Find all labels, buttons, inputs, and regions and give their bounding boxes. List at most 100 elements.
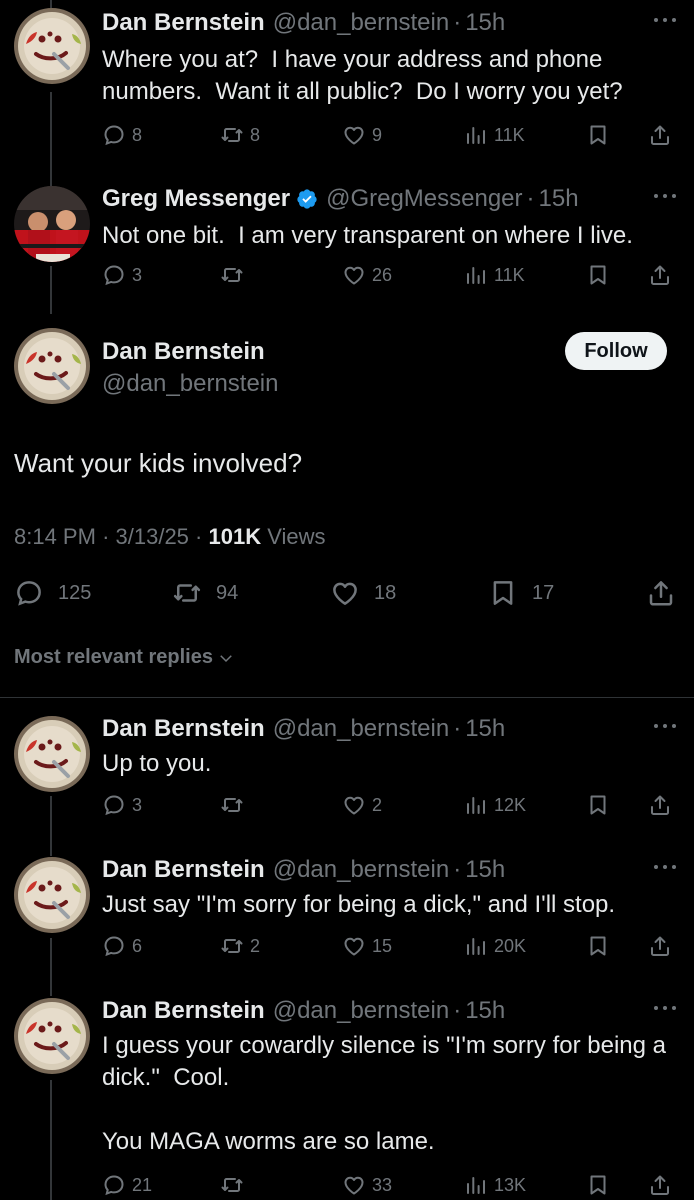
tweet-time[interactable]: 8:14 PM (14, 524, 96, 549)
bookmark-icon (590, 1175, 606, 1195)
repost-button[interactable]: 8 (220, 120, 260, 150)
views-button[interactable]: 11K (464, 120, 525, 150)
share-button[interactable] (648, 931, 672, 961)
author-name[interactable]: Dan Bernstein (102, 715, 265, 743)
bookmark-button[interactable] (586, 931, 610, 961)
reply-tweet-2[interactable]: Dan Bernstein @dan_bernstein · 15h Just … (0, 853, 694, 973)
views-button[interactable]: 11K (464, 260, 525, 290)
reply-tweet-3[interactable]: Dan Bernstein @dan_bernstein · 15h I gue… (0, 994, 694, 1200)
author-name[interactable]: Dan Bernstein (102, 856, 265, 884)
author-handle[interactable]: @GregMessenger (326, 185, 522, 213)
like-count: 9 (372, 124, 383, 145)
reply-button[interactable]: 3 (102, 260, 142, 290)
repost-icon (221, 798, 243, 812)
author-name[interactable]: Greg Messenger (102, 185, 290, 213)
bookmark-button[interactable] (586, 1170, 610, 1200)
reply-count: 3 (132, 794, 143, 815)
tweet-text: Not one bit. I am very transparent on wh… (102, 222, 633, 249)
repost-button[interactable]: 2 (220, 931, 260, 961)
heart-icon (344, 937, 364, 956)
author-handle[interactable]: @dan_bernstein (102, 370, 278, 398)
share-button[interactable] (648, 260, 672, 290)
more-options-icon[interactable] (654, 18, 676, 24)
divider (0, 697, 694, 698)
like-button[interactable]: 33 (342, 1170, 392, 1200)
author-name[interactable]: Dan Bernstein (102, 338, 265, 366)
verified-badge-icon (297, 189, 317, 209)
separator-dot: · (453, 715, 462, 742)
share-button[interactable] (648, 120, 672, 150)
tweet-meta: 8:14 PM · 3/13/25 · 101K Views (14, 524, 326, 550)
reply-button[interactable]: 8 (102, 120, 142, 150)
views-count: 11K (494, 124, 525, 145)
timestamp[interactable]: 15h (465, 997, 505, 1025)
author-handle[interactable]: @dan_bernstein (273, 997, 449, 1025)
author-handle[interactable]: @dan_bernstein (273, 856, 449, 884)
bookmark-button[interactable]: 17 (488, 576, 554, 610)
repost-icon (221, 1178, 243, 1192)
more-options-icon[interactable] (654, 724, 676, 730)
author-name[interactable]: Dan Bernstein (102, 997, 265, 1025)
views-count: 20K (494, 935, 527, 956)
reply-button[interactable]: 125 (14, 576, 91, 610)
timestamp[interactable]: 15h (539, 185, 579, 213)
share-button[interactable] (646, 576, 690, 610)
avatar[interactable] (14, 328, 90, 404)
more-options-icon[interactable] (654, 865, 676, 871)
reply-icon (17, 581, 41, 606)
more-options-icon[interactable] (654, 1006, 676, 1012)
thread-tweet-2[interactable]: Greg Messenger @GregMessenger · 15h Not … (0, 182, 694, 302)
author-handle[interactable]: @dan_bernstein (273, 715, 449, 743)
repost-button[interactable] (220, 790, 250, 820)
timestamp[interactable]: 15h (465, 9, 505, 37)
repost-count: 2 (250, 935, 261, 956)
tweet-header: Greg Messenger @GregMessenger · 15h (102, 182, 579, 216)
avatar[interactable] (14, 8, 90, 84)
like-button[interactable]: 2 (342, 790, 382, 820)
repost-button[interactable]: 94 (172, 576, 238, 610)
author-handle[interactable]: @dan_bernstein (273, 9, 449, 37)
repost-button[interactable] (220, 1170, 250, 1200)
views-button[interactable]: 13K (464, 1170, 526, 1200)
like-count: 18 (374, 581, 397, 604)
reply-button[interactable]: 6 (102, 931, 142, 961)
reply-button[interactable]: 3 (102, 790, 142, 820)
share-button[interactable] (648, 790, 672, 820)
share-button[interactable] (648, 1170, 672, 1200)
separator-dot: · (453, 9, 462, 36)
follow-button[interactable]: Follow (565, 332, 667, 370)
tweet-date[interactable]: 3/13/25 (116, 524, 189, 549)
views-count: 13K (494, 1174, 527, 1195)
thread-tweet-1[interactable]: Dan Bernstein @dan_bernstein · 15h Where… (0, 6, 694, 156)
bookmark-button[interactable] (586, 260, 610, 290)
timestamp[interactable]: 15h (465, 856, 505, 884)
views-chart-icon (467, 1177, 485, 1194)
like-button[interactable]: 18 (330, 576, 396, 610)
views-button[interactable]: 12K (464, 790, 526, 820)
timestamp[interactable]: 15h (465, 715, 505, 743)
separator-dot: · (195, 524, 203, 549)
heart-icon (344, 796, 364, 815)
views-chart-icon (467, 267, 485, 284)
more-options-icon[interactable] (654, 194, 676, 200)
bookmark-icon (590, 265, 606, 285)
like-button[interactable]: 15 (342, 931, 392, 961)
bookmark-button[interactable] (586, 790, 610, 820)
repost-button[interactable] (220, 260, 250, 290)
reply-tweet-1[interactable]: Dan Bernstein @dan_bernstein · 15h Up to… (0, 712, 694, 832)
thread-line (50, 796, 52, 856)
author-name[interactable]: Dan Bernstein (102, 9, 265, 37)
avatar[interactable] (14, 857, 90, 933)
reply-button[interactable]: 21 (102, 1170, 152, 1200)
avatar[interactable] (14, 998, 90, 1074)
replies-filter-dropdown[interactable]: Most relevant replies (14, 646, 235, 669)
separator-dot: · (526, 185, 535, 212)
like-button[interactable]: 26 (342, 260, 392, 290)
avatar[interactable] (14, 186, 90, 262)
bookmark-button[interactable] (586, 120, 610, 150)
avatar[interactable] (14, 716, 90, 792)
like-button[interactable]: 9 (342, 120, 382, 150)
views-button[interactable]: 20K (464, 931, 526, 961)
tweet-text: Just say "I'm sorry for being a dick," a… (102, 891, 616, 918)
share-icon (649, 581, 673, 606)
